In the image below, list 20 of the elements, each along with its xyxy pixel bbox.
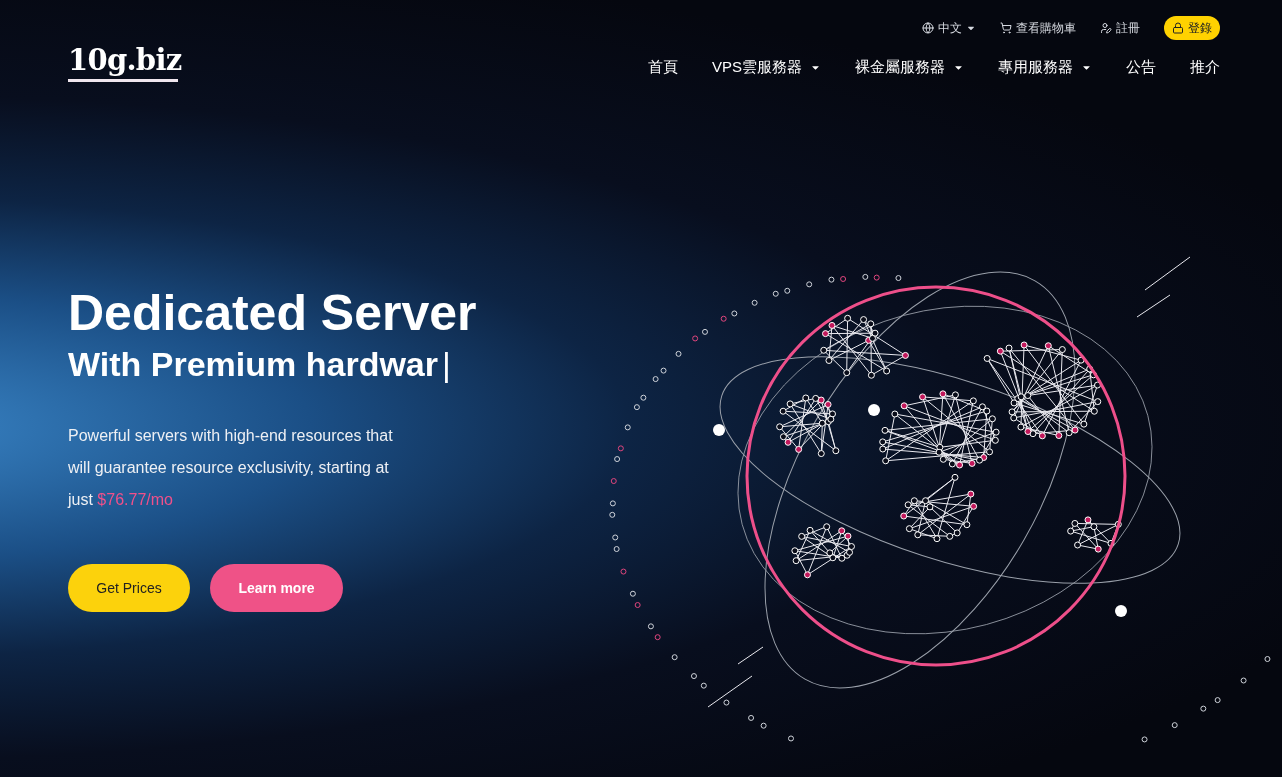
typing-cursor: | xyxy=(442,344,451,385)
nav-link[interactable]: 首頁 xyxy=(648,56,678,79)
cart-icon xyxy=(1000,22,1012,34)
nav-link[interactable]: 專用服務器 xyxy=(998,56,1092,79)
lock-icon xyxy=(1172,22,1184,34)
nav-link[interactable]: 裸金屬服務器 xyxy=(855,56,964,79)
login-button[interactable]: 登錄 xyxy=(1164,16,1220,40)
hero-description: Powerful servers with high-end resources that will guarantee resource exclusivity, starting at just $76.77/mo xyxy=(68,426,394,510)
nav-link[interactable]: 公告 xyxy=(1126,56,1156,79)
logo[interactable]: 10g.biz xyxy=(68,46,182,75)
nav-link[interactable]: VPS雲服務器 xyxy=(712,56,821,79)
globe-icon xyxy=(922,22,934,34)
hero-title: Dedicated Server xyxy=(68,284,478,342)
nav-link[interactable]: 推介 xyxy=(1190,56,1220,79)
header-link[interactable]: 查看購物車 xyxy=(1000,19,1076,37)
hero-subtitle: With Premium hardwar xyxy=(68,344,438,385)
get-prices-button[interactable]: Get Prices xyxy=(68,564,190,612)
header-link[interactable]: 中文 xyxy=(922,19,976,37)
user-icon xyxy=(1100,22,1112,34)
header-link[interactable]: 註冊 xyxy=(1100,19,1140,37)
